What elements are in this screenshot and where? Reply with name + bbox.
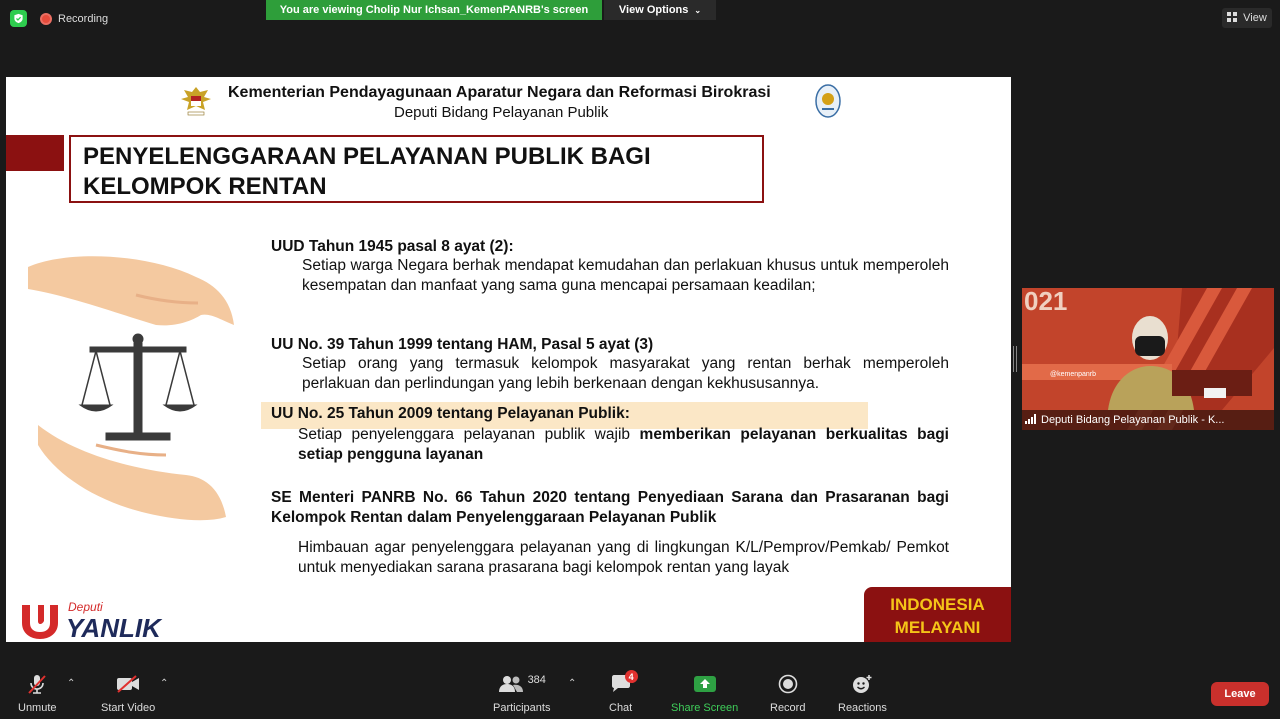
participants-button[interactable]: 384 Participants bbox=[493, 672, 550, 714]
view-options-label: View Options bbox=[618, 4, 689, 16]
legal-basis-section: UUD Tahun 1945 pasal 8 ayat (2): Setiap … bbox=[271, 238, 949, 296]
legal-basis-section: UU No. 39 Tahun 1999 tentang HAM, Pasal … bbox=[271, 336, 949, 394]
participants-options-caret[interactable]: ⌃ bbox=[568, 678, 576, 689]
section-heading: UU No. 25 Tahun 2009 tentang Pelayanan P… bbox=[271, 405, 630, 422]
deputi-yanlik-logo: Deputi YANLIK bbox=[20, 599, 180, 642]
participant-video-tile[interactable]: 021 @kemenpanrb Deputi Bidang Pelayanan … bbox=[1022, 288, 1274, 430]
view-button[interactable]: View bbox=[1222, 8, 1272, 28]
unmute-label: Unmute bbox=[18, 702, 57, 714]
recording-label: Recording bbox=[58, 12, 109, 25]
share-screen-button[interactable]: Share Screen bbox=[671, 672, 738, 714]
section-body: Setiap orang yang termasuk kelompok masy… bbox=[302, 355, 949, 392]
section-heading: UUD Tahun 1945 pasal 8 ayat (2): bbox=[271, 238, 514, 255]
garuda-emblem-icon bbox=[178, 83, 214, 119]
record-button[interactable]: Record bbox=[770, 672, 805, 714]
slide-title-line2: KELOMPOK RENTAN bbox=[83, 173, 327, 200]
signal-strength-icon bbox=[1025, 413, 1037, 427]
section-body: Himbauan agar penyelenggara pelayanan ya… bbox=[298, 539, 949, 576]
section-body: Setiap warga Negara berhak mendapat kemu… bbox=[302, 257, 949, 294]
justice-hands-illustration-icon bbox=[26, 255, 236, 525]
reactions-button[interactable]: Reactions bbox=[838, 672, 887, 714]
chat-label: Chat bbox=[609, 702, 633, 714]
viewing-screen-banner: You are viewing Cholip Nur Ichsan_KemenP… bbox=[266, 0, 602, 20]
smiley-plus-icon bbox=[851, 672, 873, 696]
chat-button[interactable]: 4 Chat bbox=[609, 670, 638, 714]
slide-title-line1: PENYELENGGARAAN PELAYANAN PUBLIK BAGI bbox=[83, 143, 651, 170]
audio-options-caret[interactable]: ⌃ bbox=[67, 678, 75, 689]
legal-basis-section: SE Menteri PANRB No. 66 Tahun 2020 tenta… bbox=[271, 488, 949, 578]
video-handle-text: @kemenpanrb bbox=[1050, 371, 1096, 378]
legal-basis-section: UU No. 25 Tahun 2009 tentang Pelayanan P… bbox=[271, 405, 949, 465]
view-label: View bbox=[1243, 12, 1267, 24]
chat-icon-wrap: 4 bbox=[610, 670, 638, 696]
leave-button[interactable]: Leave bbox=[1211, 682, 1269, 706]
indonesia-melayani-badge: INDONESIA MELAYANI bbox=[864, 587, 1011, 642]
panel-resize-handle[interactable] bbox=[1013, 346, 1017, 372]
chat-unread-badge: 4 bbox=[624, 670, 638, 683]
recording-dot-icon bbox=[40, 12, 52, 25]
ministry-name: Kementerian Pendayagunaan Aparatur Negar… bbox=[228, 84, 771, 101]
share-screen-label: Share Screen bbox=[671, 702, 739, 714]
deputy-name: Deputi Bidang Pelayanan Publik bbox=[394, 104, 609, 121]
record-icon bbox=[778, 672, 798, 696]
participants-label: Participants bbox=[493, 702, 551, 714]
section-body: Setiap penyelenggara pelayanan publik wa… bbox=[271, 425, 949, 465]
reactions-label: Reactions bbox=[838, 702, 887, 714]
section-heading: SE Menteri PANRB No. 66 Tahun 2020 tenta… bbox=[271, 489, 949, 526]
grid-view-icon bbox=[1227, 11, 1238, 25]
participant-name-bar: Deputi Bidang Pelayanan Publik - K... bbox=[1022, 410, 1274, 430]
start-video-button[interactable]: Start Video bbox=[101, 672, 155, 714]
section-body-text: Setiap penyelenggara pelayanan publik wa… bbox=[298, 426, 640, 443]
shared-screen-slide: Kementerian Pendayagunaan Aparatur Negar… bbox=[6, 77, 1011, 642]
ministry-emblem-icon bbox=[814, 83, 842, 119]
video-bg-text: 021 bbox=[1024, 288, 1067, 316]
slide-title: PENYELENGGARAAN PELAYANAN PUBLIK BAGI KE… bbox=[69, 135, 764, 203]
video-off-icon bbox=[115, 672, 141, 696]
security-shield-icon[interactable] bbox=[10, 10, 27, 27]
participants-count: 384 bbox=[527, 674, 546, 686]
video-frame-image: 021 @kemenpanrb bbox=[1022, 288, 1274, 430]
participants-icon-group: 384 bbox=[498, 672, 546, 696]
start-video-label: Start Video bbox=[101, 702, 156, 714]
video-options-caret[interactable]: ⌃ bbox=[160, 678, 168, 689]
recording-indicator[interactable]: Recording bbox=[40, 10, 108, 27]
record-label: Record bbox=[770, 702, 806, 714]
unmute-button[interactable]: Unmute bbox=[18, 672, 57, 714]
title-accent-bar bbox=[6, 135, 64, 171]
badge-line1: INDONESIA bbox=[890, 595, 985, 614]
participants-icon bbox=[498, 676, 523, 692]
view-options-button[interactable]: View Options ⌄ bbox=[604, 0, 716, 20]
logo-deputi-text: Deputi bbox=[68, 600, 103, 614]
share-screen-icon bbox=[693, 672, 717, 696]
logo-yanlik-text: YANLIK bbox=[66, 613, 163, 642]
badge-line2: MELAYANI bbox=[894, 618, 981, 637]
participant-name: Deputi Bidang Pelayanan Publik - K... bbox=[1041, 414, 1225, 426]
muted-microphone-icon bbox=[26, 672, 48, 696]
section-heading: UU No. 39 Tahun 1999 tentang HAM, Pasal … bbox=[271, 336, 654, 353]
chevron-down-icon: ⌄ bbox=[694, 5, 702, 15]
